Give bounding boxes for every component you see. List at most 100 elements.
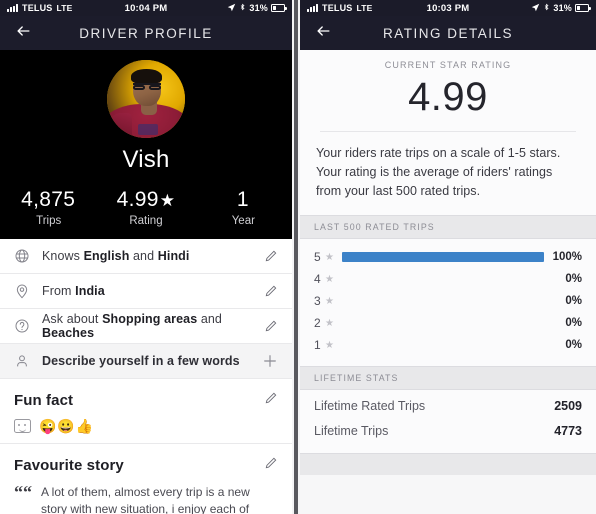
current-rating-value: 4.99 bbox=[408, 75, 488, 119]
info-row-languages[interactable]: Knows English and Hindi bbox=[0, 239, 292, 274]
back-arrow-icon bbox=[314, 23, 333, 44]
rating-details-screen: TELUS LTE 10:03 PM 31% RATING DETAILS CU… bbox=[300, 0, 596, 514]
network-type-label: LTE bbox=[356, 3, 373, 13]
rating-bar-row: 2 ★ 0% bbox=[314, 314, 582, 332]
person-icon bbox=[14, 353, 42, 369]
rating-bar-row: 4 ★ 0% bbox=[314, 270, 582, 288]
profile-info-list: Knows English and Hindi From India Ask a… bbox=[0, 239, 292, 379]
stat-years-value-row: 1 bbox=[195, 188, 292, 212]
avatar[interactable] bbox=[107, 60, 185, 138]
avatar-arm bbox=[108, 113, 132, 138]
nav-bar-left: DRIVER PROFILE bbox=[0, 16, 292, 50]
lifetime-rated-trips-label: Lifetime Rated Trips bbox=[314, 398, 426, 413]
edit-pencil-icon[interactable] bbox=[264, 456, 278, 475]
current-rating-description: Your riders rate trips on a scale of 1-5… bbox=[316, 146, 561, 198]
screen-divider bbox=[292, 0, 300, 514]
stat-years-label: Year bbox=[231, 215, 255, 227]
rating-bar-value: 0% bbox=[565, 317, 582, 329]
star-icon: ★ bbox=[325, 317, 334, 329]
location-arrow-icon bbox=[227, 3, 236, 14]
battery-icon bbox=[575, 4, 591, 12]
question-circle-icon bbox=[14, 318, 42, 334]
rating-bar-track bbox=[342, 296, 544, 306]
stat-years-value: 1 bbox=[236, 188, 249, 211]
rating-bar-track bbox=[342, 318, 544, 328]
fun-fact-title: Fun fact bbox=[14, 392, 74, 409]
status-bar-right: TELUS LTE 10:03 PM 31% bbox=[300, 0, 596, 16]
info-row-ask-about-label: Ask about Shopping areas and Beaches bbox=[42, 312, 222, 340]
info-row-languages-label: Knows English and Hindi bbox=[42, 249, 190, 263]
stat-trips-label: Trips bbox=[36, 215, 62, 227]
info-row-from[interactable]: From India bbox=[0, 274, 292, 309]
rating-bar-value: 100% bbox=[552, 251, 582, 263]
lifetime-stats-list: Lifetime Rated Trips 2509 Lifetime Trips… bbox=[300, 390, 596, 453]
rating-bar-row: 3 ★ 0% bbox=[314, 292, 582, 310]
battery-icon bbox=[271, 4, 287, 12]
stat-rating-label: Rating bbox=[129, 215, 163, 227]
rating-bar-category: 2 bbox=[314, 316, 321, 330]
rating-bar-value: 0% bbox=[565, 295, 582, 307]
rating-bar-track bbox=[342, 340, 544, 350]
lifetime-stat-row: Lifetime Trips 4773 bbox=[314, 418, 582, 443]
plus-icon[interactable] bbox=[256, 353, 278, 369]
profile-stats: 4,875 Trips 4.99 ★ Rating 1 Year bbox=[0, 188, 292, 227]
stat-rating-value-row: 4.99 ★ bbox=[97, 188, 194, 212]
quote-mark-icon: ““ bbox=[14, 482, 32, 502]
current-rating-caption: CURRENT STAR RATING bbox=[384, 60, 512, 70]
fun-fact-emojis: 😜😀👍 bbox=[39, 418, 95, 434]
status-bar-left-group: TELUS LTE bbox=[7, 3, 73, 13]
rating-bar-track bbox=[342, 274, 544, 284]
status-bar-left: TELUS LTE 10:04 PM 31% bbox=[0, 0, 292, 16]
stat-rating-value: 4.99 bbox=[116, 188, 159, 211]
driver-profile-screen: TELUS LTE 10:04 PM 31% DRIVER PROFILE Vi… bbox=[0, 0, 292, 514]
rating-bar-row: 5 ★ 100% bbox=[314, 248, 582, 266]
info-row-describe-yourself[interactable]: Describe yourself in a few words bbox=[0, 344, 292, 379]
dual-phone-screenshot: TELUS LTE 10:04 PM 31% DRIVER PROFILE Vi… bbox=[0, 0, 596, 514]
favourite-story-content: ““ A lot of them, almost every trip is a… bbox=[14, 482, 278, 514]
bluetooth-icon bbox=[239, 2, 246, 14]
rating-bar-category: 3 bbox=[314, 294, 321, 308]
lifetime-rated-trips-value: 2509 bbox=[554, 398, 582, 413]
stat-years: 1 Year bbox=[195, 188, 292, 227]
bluetooth-icon bbox=[543, 2, 550, 14]
carrier-label: TELUS bbox=[22, 3, 53, 13]
rating-bar-category: 1 bbox=[314, 338, 321, 352]
stat-trips-value: 4,875 bbox=[21, 188, 76, 211]
star-icon: ★ bbox=[325, 339, 334, 351]
favourite-story-block: Favourite story ““ A lot of them, almost… bbox=[0, 444, 292, 514]
edit-pencil-icon[interactable] bbox=[256, 319, 278, 333]
star-icon: ★ bbox=[159, 190, 176, 210]
back-arrow-icon bbox=[14, 23, 33, 44]
rating-bar-value: 0% bbox=[565, 273, 582, 285]
current-rating-card: CURRENT STAR RATING 4.99 Your riders rat… bbox=[300, 50, 596, 215]
status-bar-right-group: 31% bbox=[531, 2, 591, 14]
edit-pencil-icon[interactable] bbox=[256, 284, 278, 298]
driver-name: Vish bbox=[122, 146, 170, 173]
edit-pencil-icon[interactable] bbox=[256, 249, 278, 263]
stat-rating: 4.99 ★ Rating bbox=[97, 188, 194, 227]
rating-distribution-chart: 5 ★ 100% 4 ★ 0% 3 ★ 0% 2 ★ 0% 1 ★ 0% bbox=[300, 239, 596, 366]
signal-strength-icon bbox=[307, 4, 318, 12]
battery-percent-label: 31% bbox=[249, 3, 268, 13]
favourite-story-text: A lot of them, almost every trip is a ne… bbox=[41, 485, 250, 514]
info-row-from-label: From India bbox=[42, 284, 105, 298]
smiley-box-icon bbox=[14, 419, 31, 433]
edit-pencil-icon[interactable] bbox=[264, 391, 278, 410]
back-button[interactable] bbox=[300, 23, 346, 44]
fun-fact-header: Fun fact bbox=[14, 391, 278, 410]
divider-rule bbox=[320, 131, 576, 132]
location-pin-icon bbox=[14, 283, 42, 299]
info-row-ask-about[interactable]: Ask about Shopping areas and Beaches bbox=[0, 309, 292, 344]
avatar-glasses bbox=[132, 82, 161, 90]
profile-hero: Vish 4,875 Trips 4.99 ★ Rating 1 Year bbox=[0, 50, 292, 239]
status-bar-left-group: TELUS LTE bbox=[307, 3, 373, 13]
rating-bar-track bbox=[342, 252, 544, 262]
rating-bar-category: 4 bbox=[314, 272, 321, 286]
back-button[interactable] bbox=[0, 23, 46, 44]
stat-trips-value-row: 4,875 bbox=[0, 188, 97, 212]
avatar-shirt-print bbox=[138, 123, 159, 135]
favourite-story-title: Favourite story bbox=[14, 457, 124, 474]
carrier-label: TELUS bbox=[322, 3, 353, 13]
nav-bar-right: RATING DETAILS bbox=[300, 16, 596, 50]
network-type-label: LTE bbox=[56, 3, 73, 13]
